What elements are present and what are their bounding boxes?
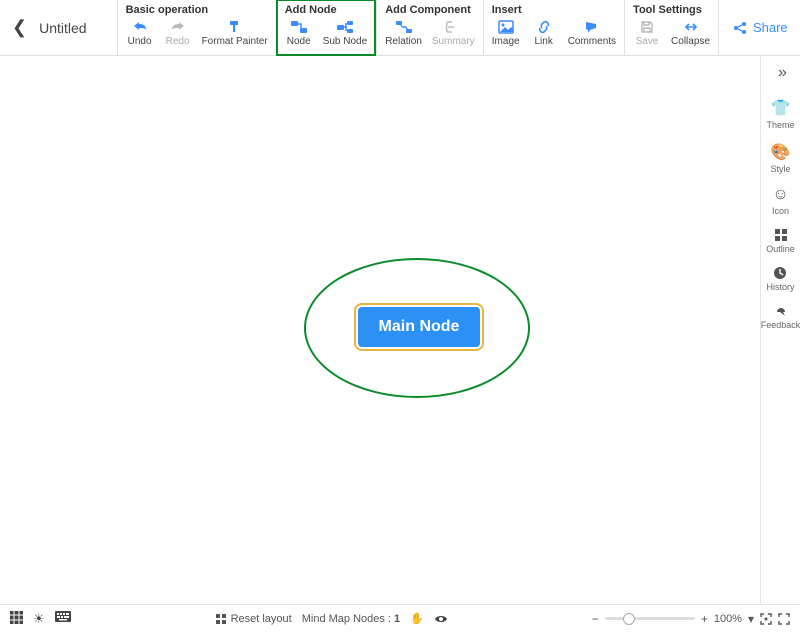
undo-icon	[132, 18, 148, 36]
group-title-tool-settings: Tool Settings	[633, 4, 710, 16]
node-count-value: 1	[394, 613, 400, 625]
side-panel: » 👕 Theme 🎨 Style ☺ Icon Outline History…	[760, 56, 800, 604]
relation-icon	[395, 18, 413, 36]
collapse-icon	[683, 18, 699, 36]
group-title-insert: Insert	[492, 4, 616, 16]
comments-button[interactable]: Comments	[568, 18, 616, 47]
summary-button[interactable]: Summary	[432, 18, 475, 47]
zoom-in-button[interactable]: +	[701, 612, 708, 626]
feedback-icon	[774, 304, 788, 318]
collapse-button[interactable]: Collapse	[671, 18, 710, 47]
header-left: ❮ Untitled	[0, 0, 117, 55]
zoom-slider[interactable]	[605, 617, 695, 620]
fullscreen-icon[interactable]	[778, 613, 790, 625]
node-button[interactable]: Node	[285, 18, 313, 47]
comments-icon	[584, 18, 600, 36]
back-icon[interactable]: ❮	[12, 17, 27, 38]
fit-screen-icon[interactable]	[760, 613, 772, 625]
image-button[interactable]: Image	[492, 18, 520, 47]
group-basic-operation: Basic operation Undo Redo Format Painter	[117, 0, 276, 55]
group-add-component: Add Component Relation Summary	[376, 0, 483, 55]
zoom-percentage[interactable]: 100%	[714, 613, 742, 625]
theme-icon: 👕	[771, 98, 791, 118]
collapse-sidepanel-icon[interactable]: »	[778, 64, 783, 82]
share-label: Share	[753, 20, 788, 35]
reset-layout-icon	[215, 613, 227, 625]
document-title[interactable]: Untitled	[39, 20, 104, 36]
group-title-add-component: Add Component	[385, 4, 475, 16]
group-add-node: Add Node Node Sub Node	[276, 0, 376, 56]
link-icon	[536, 18, 552, 36]
zoom-dropdown-icon[interactable]: ▾	[748, 612, 754, 626]
side-theme[interactable]: 👕 Theme	[766, 98, 794, 130]
redo-button[interactable]: Redo	[164, 18, 192, 47]
redo-icon	[170, 18, 186, 36]
undo-button[interactable]: Undo	[126, 18, 154, 47]
style-icon: 🎨	[771, 142, 791, 162]
group-title-add-node: Add Node	[285, 4, 367, 16]
zoom-out-button[interactable]: −	[592, 612, 599, 626]
side-history[interactable]: History	[766, 266, 794, 292]
relation-button[interactable]: Relation	[385, 18, 422, 47]
share-button[interactable]: Share	[733, 20, 788, 35]
side-outline[interactable]: Outline	[766, 228, 795, 254]
side-style[interactable]: 🎨 Style	[770, 142, 790, 174]
side-icon[interactable]: ☺ Icon	[772, 186, 789, 216]
top-right-actions: Share Export	[719, 0, 800, 55]
canvas[interactable]: Main Node	[0, 56, 760, 604]
share-icon	[733, 21, 747, 35]
node-count-label: Mind Map Nodes : 1	[302, 613, 400, 625]
main-node[interactable]: Main Node	[358, 307, 480, 347]
visibility-icon[interactable]	[434, 614, 448, 624]
brightness-icon[interactable]: ☀	[33, 611, 45, 627]
top-toolbar: ❮ Untitled Basic operation Undo Redo	[0, 0, 800, 56]
side-feedback[interactable]: Feedback	[761, 304, 800, 330]
format-painter-button[interactable]: Format Painter	[202, 18, 268, 47]
sub-node-icon	[336, 18, 354, 36]
node-icon	[290, 18, 308, 36]
save-button[interactable]: Save	[633, 18, 661, 47]
save-icon	[640, 18, 654, 36]
format-painter-icon	[227, 18, 243, 36]
keyboard-icon[interactable]	[55, 611, 71, 627]
image-icon	[498, 18, 514, 36]
bottom-bar: ☀ Reset layout Mind Map Nodes : 1 ✋ − + …	[0, 604, 800, 632]
link-button[interactable]: Link	[530, 18, 558, 47]
group-title-basic: Basic operation	[126, 4, 268, 16]
reset-layout-button[interactable]: Reset layout	[215, 613, 292, 625]
icon-icon: ☺	[772, 186, 788, 204]
outline-icon	[774, 228, 788, 242]
summary-icon	[445, 18, 461, 36]
grid-toggle-icon[interactable]	[10, 611, 23, 627]
hand-tool-icon[interactable]: ✋	[410, 612, 424, 625]
group-insert: Insert Image Link Comments	[483, 0, 624, 55]
sub-node-button[interactable]: Sub Node	[323, 18, 367, 47]
group-tool-settings: Tool Settings Save Collapse	[624, 0, 718, 55]
history-icon	[773, 266, 787, 280]
